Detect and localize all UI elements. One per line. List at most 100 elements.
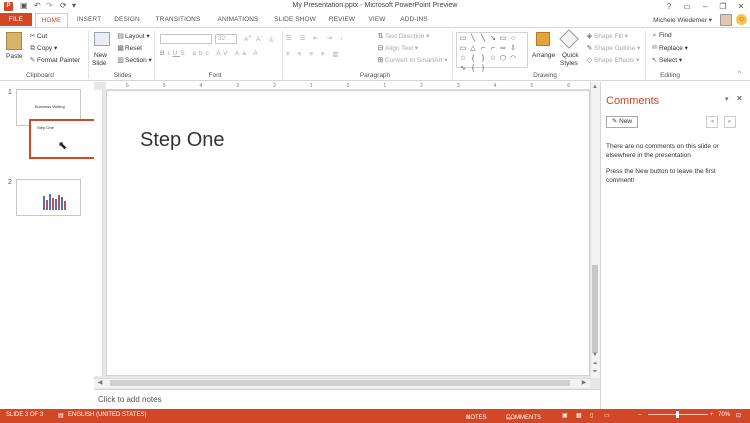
quick-styles-button[interactable]: Quick <box>562 52 579 59</box>
arrange-button[interactable]: Arrange <box>532 52 555 59</box>
tab-slide-show[interactable]: SLIDE SHOW <box>270 13 320 26</box>
hexagon-icon[interactable]: ⬡ <box>499 55 507 63</box>
avatar[interactable] <box>720 14 732 26</box>
next-comment-icon[interactable]: ▸ <box>724 116 736 128</box>
layout-button[interactable]: ▤Layout ▾ <box>116 32 149 40</box>
copy-button[interactable]: ⧉ Copy ▾ <box>28 44 57 53</box>
reading-view-icon[interactable]: ▯ <box>590 412 593 419</box>
brace-icon[interactable]: { <box>469 55 477 63</box>
zoom-level[interactable]: 70% <box>718 412 730 418</box>
close-pane-icon[interactable]: ✕ <box>736 94 743 103</box>
paste-button[interactable]: Paste <box>6 53 23 60</box>
shrink-font-icon[interactable]: A- <box>256 34 262 43</box>
tab-home[interactable]: HOME <box>35 13 68 27</box>
quick-styles-label[interactable]: Styles <box>560 60 578 67</box>
line-icon[interactable]: ╲ <box>479 35 487 43</box>
grow-font-icon[interactable]: A+ <box>244 34 252 43</box>
arrow-icon[interactable]: ↘ <box>489 35 497 43</box>
slide-counter[interactable]: SLIDE 3 OF 3 <box>6 412 43 418</box>
clear-format-icon[interactable]: Ⓐ <box>268 34 275 44</box>
notes-placeholder[interactable]: Click to add notes <box>98 395 162 404</box>
font-size-field[interactable]: 32 <box>215 34 237 44</box>
rectangle-icon[interactable]: ▭ <box>459 45 467 53</box>
star-icon[interactable]: ☆ <box>459 55 467 63</box>
new-slide-button[interactable]: New <box>94 52 107 59</box>
rectangle-icon[interactable]: ▭ <box>499 35 507 43</box>
scroll-right-icon[interactable]: ▶ <box>580 379 588 386</box>
find-button[interactable]: ⌕ Find <box>650 32 672 40</box>
right-arrow-icon[interactable]: ⇨ <box>499 45 507 53</box>
horizontal-scroll-thumb[interactable] <box>110 380 570 386</box>
replace-button[interactable]: ᵃᵇ Replace ▾ <box>650 44 688 52</box>
reset-button[interactable]: ▦Reset <box>116 44 142 52</box>
font-style-buttons[interactable]: BIUS abc AV Aa A <box>160 50 261 57</box>
close-button[interactable]: ✕ <box>734 1 748 12</box>
previous-comment-icon[interactable]: ◂ <box>706 116 718 128</box>
tab-view[interactable]: VIEW <box>364 13 390 26</box>
tab-add-ins[interactable]: ADD-INS <box>394 13 434 26</box>
dragged-slide-thumbnail[interactable]: Step One ⬉ <box>29 119 96 159</box>
scroll-up-icon[interactable]: ▲ <box>591 84 599 90</box>
brace-icon[interactable]: { <box>469 65 477 73</box>
wave-icon[interactable]: ∿ <box>459 65 467 73</box>
zoom-slider-thumb[interactable] <box>676 411 679 418</box>
brace-icon[interactable]: } <box>479 55 487 63</box>
connector-icon[interactable]: ⌐ <box>479 45 487 53</box>
scroll-left-icon[interactable]: ◀ <box>96 379 104 386</box>
star-icon[interactable]: ☆ <box>489 55 497 63</box>
zoom-out-icon[interactable]: – <box>638 412 641 418</box>
shapes-gallery[interactable]: ▭ ╲ ╲ ↘ ▭ ○ ▭ △ ⌐ ⌐ ⇨ ⇩ ☆ { } ☆ ⬡ ◠ ∿ { … <box>456 32 528 72</box>
oval-icon[interactable]: ○ <box>509 35 517 43</box>
tab-review[interactable]: REVIEW <box>326 13 358 26</box>
new-comment-button[interactable]: ✎ New <box>606 116 638 128</box>
select-button[interactable]: ↖ Select ▾ <box>650 56 683 64</box>
tab-design[interactable]: DESIGN <box>110 13 144 26</box>
align-buttons[interactable]: ≡ ≡ ≡ ≡ ▥ <box>286 50 342 58</box>
tab-animations[interactable]: ANIMATIONS <box>212 13 264 26</box>
language-indicator[interactable]: ENGLISH (UNITED STATES) <box>68 412 146 418</box>
notes-pane[interactable] <box>94 389 600 409</box>
restore-button[interactable]: ❐ <box>716 1 730 12</box>
slide-sorter-icon[interactable]: ▦ <box>576 412 582 419</box>
collapse-ribbon-icon[interactable]: ^ <box>738 70 741 77</box>
tab-insert[interactable]: INSERT <box>74 13 104 26</box>
tab-transitions[interactable]: TRANSITIONS <box>152 13 204 26</box>
slide-thumbnail-2[interactable] <box>16 179 81 216</box>
spelling-icon[interactable]: ▤ <box>58 412 64 419</box>
user-name[interactable]: Michele Wiedemer ▾ <box>653 16 712 24</box>
slide-show-icon[interactable]: ▭ <box>604 412 610 419</box>
next-slide-icon[interactable]: ⏷ <box>591 369 599 376</box>
text-direction-button[interactable]: ⇅ Text Direction ▾ <box>376 32 430 40</box>
shape-outline-button[interactable]: ✎ Shape Outline ▾ <box>585 44 641 52</box>
line-icon[interactable]: ╲ <box>469 35 477 43</box>
scroll-down-icon[interactable]: ▼ <box>591 352 599 358</box>
align-text-button[interactable]: ⊟ Align Text ▾ <box>376 44 419 52</box>
rectangle-icon[interactable]: ▭ <box>459 35 467 43</box>
fit-slide-icon[interactable]: ⊡ <box>736 412 741 419</box>
down-arrow-icon[interactable]: ⇩ <box>509 45 517 53</box>
shape-effects-button[interactable]: ◇ Shape Effects ▾ <box>585 56 640 64</box>
connector-icon[interactable]: ⌐ <box>489 45 497 53</box>
help-button[interactable]: ? <box>662 1 676 12</box>
normal-view-icon[interactable]: ▣ <box>562 412 568 419</box>
previous-slide-icon[interactable]: ⏶ <box>591 361 599 368</box>
triangle-icon[interactable]: △ <box>469 45 477 53</box>
convert-smartart-button[interactable]: ⊞ Convert to SmartArt ▾ <box>376 56 448 64</box>
tab-file[interactable]: FILE <box>0 13 32 26</box>
font-name-field[interactable] <box>160 34 212 44</box>
arrange-icon[interactable] <box>536 32 550 46</box>
new-slide-icon[interactable] <box>94 32 110 46</box>
list-buttons[interactable]: ☰ ☰ ⇤ ⇥ ↕ <box>286 34 346 42</box>
pane-options-icon[interactable]: ▾ <box>725 95 729 103</box>
arc-icon[interactable]: ◠ <box>509 55 517 63</box>
format-painter-button[interactable]: ✎ Format Painter <box>28 56 80 64</box>
quick-styles-icon[interactable] <box>559 29 579 49</box>
cut-button[interactable]: ✂ Cut <box>28 32 48 40</box>
section-button[interactable]: ▥Section ▾ <box>116 56 152 64</box>
minimize-button[interactable]: – <box>698 1 712 12</box>
vertical-scroll-thumb[interactable] <box>592 265 598 353</box>
feedback-smiley-icon[interactable]: ☺ <box>736 14 747 25</box>
zoom-in-icon[interactable]: + <box>710 412 714 418</box>
shape-fill-button[interactable]: ◈ Shape Fill ▾ <box>585 32 628 40</box>
ribbon-display-button[interactable]: ▭ <box>680 1 694 12</box>
